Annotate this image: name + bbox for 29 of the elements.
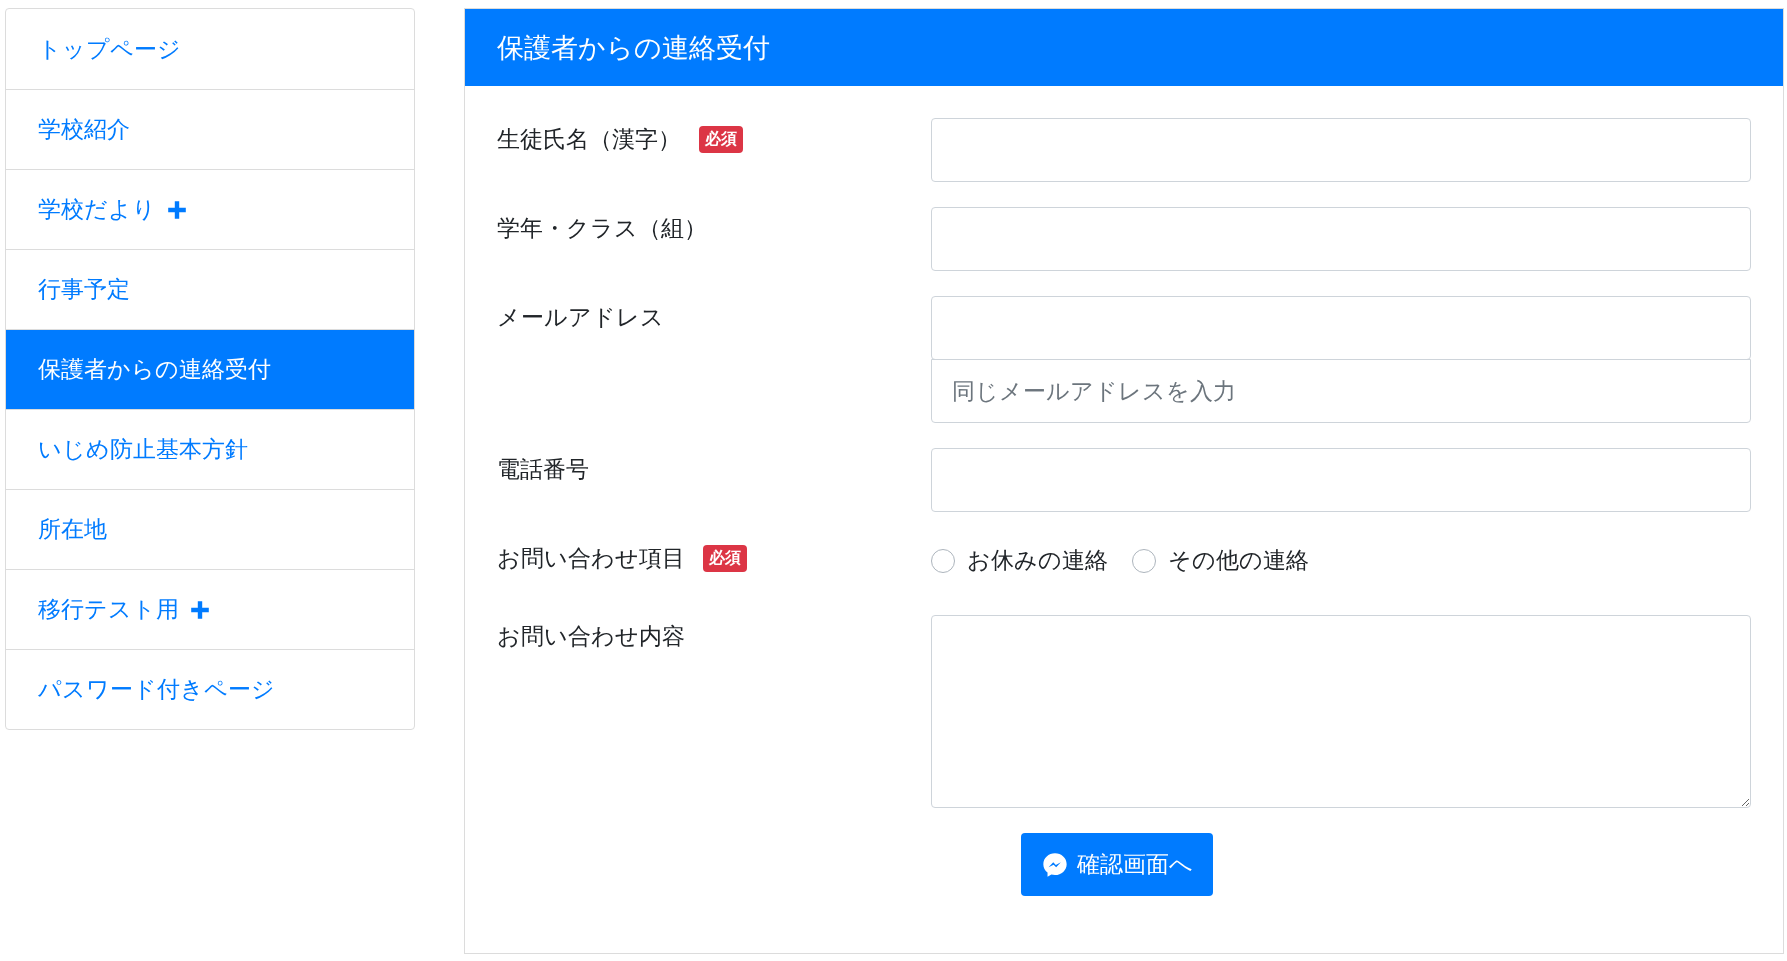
field-label: 学年・クラス（組） [497,214,707,243]
input-field[interactable] [931,448,1751,512]
form-title: 保護者からの連絡受付 [465,9,1783,86]
required-badge: 必須 [699,126,743,153]
nav-item[interactable]: 移行テスト用 [6,569,414,649]
text-area[interactable] [931,615,1751,808]
input-field[interactable] [931,296,1751,360]
input-field[interactable] [931,118,1751,182]
chat-bubble-icon [1041,850,1069,879]
nav-item[interactable]: 所在地 [6,489,414,569]
field-label: お問い合わせ項目 [497,544,685,573]
plus-icon[interactable] [166,198,188,221]
field-label: お問い合わせ内容 [497,622,685,651]
nav-item[interactable]: 学校だより [6,169,414,249]
field-label: 生徒氏名（漢字） [497,125,681,154]
field-label: 電話番号 [497,455,589,484]
nav-item[interactable]: パスワード付きページ [6,649,414,729]
nav-item[interactable]: いじめ防止基本方針 [6,409,414,489]
radio-option[interactable]: お休みの連絡 [931,545,1108,576]
nav-item[interactable]: 保護者からの連絡受付 [6,329,414,409]
field-label: メールアドレス [497,303,664,332]
nav-item[interactable]: トップページ [6,9,414,89]
radio-option[interactable]: その他の連絡 [1132,545,1309,576]
nav-item[interactable]: 学校紹介 [6,89,414,169]
input-field[interactable] [931,207,1751,271]
input-field[interactable]: 同じメールアドレスを入力 [931,359,1751,423]
plus-icon[interactable] [189,598,211,621]
confirm-button[interactable]: 確認画面へ [1021,833,1213,896]
required-badge: 必須 [703,545,747,572]
